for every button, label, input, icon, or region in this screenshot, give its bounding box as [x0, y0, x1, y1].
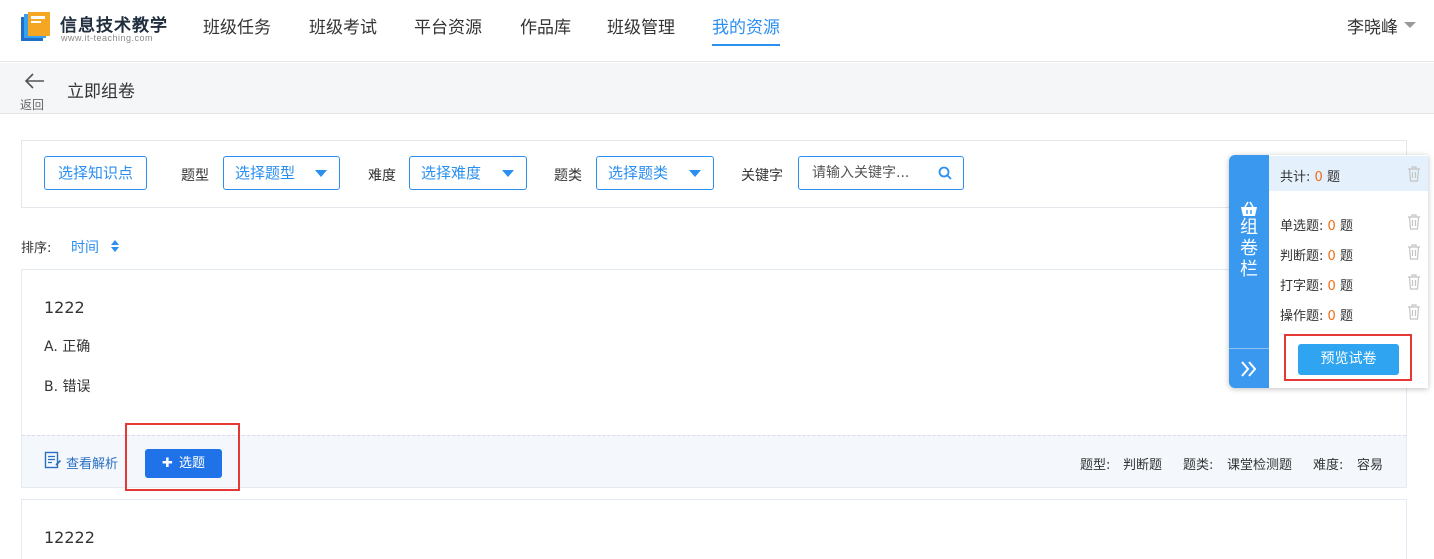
meta-category-label: 题类:: [1183, 458, 1214, 473]
caret-down-icon[interactable]: [1404, 22, 1416, 28]
keyword-input[interactable]: [799, 157, 933, 189]
basket-total: 共计: 0 题: [1280, 170, 1340, 185]
basket-tab[interactable]: 组卷栏: [1229, 155, 1269, 388]
sort-label: 排序:: [21, 241, 52, 256]
collapse-button[interactable]: [1229, 348, 1269, 388]
question-option: B. 错误: [44, 379, 91, 395]
caret-down-icon: [689, 170, 701, 177]
nav-class-exams[interactable]: 班级考试: [309, 13, 377, 44]
trash-icon[interactable]: [1407, 244, 1421, 260]
document-edit-icon[interactable]: [44, 451, 62, 469]
nav-platform-resources[interactable]: 平台资源: [414, 13, 482, 44]
caret-down-icon: [502, 170, 514, 177]
basket-tab-title: 组卷栏: [1240, 217, 1258, 280]
basket-row-typing: 打字题: 0 题: [1280, 279, 1353, 294]
trash-icon[interactable]: [1407, 214, 1421, 230]
category-select-value: 选择题类: [608, 164, 669, 182]
nav-class-tasks[interactable]: 班级任务: [203, 13, 271, 44]
type-select-value: 选择题型: [235, 164, 296, 182]
basket-row-true-false: 判断题: 0 题: [1280, 249, 1353, 264]
total-count: 0: [1314, 170, 1323, 185]
trash-icon[interactable]: [1407, 166, 1421, 182]
back-button[interactable]: 返回: [20, 70, 50, 112]
type-label: 题型: [181, 168, 209, 184]
filter-panel: 选择知识点 题型 选择题型 难度 选择难度 题类 选择题类 关键字: [21, 140, 1407, 208]
back-label: 返回: [20, 98, 45, 112]
question-title: 12222: [44, 528, 95, 547]
user-menu[interactable]: 李晓峰: [1347, 13, 1398, 38]
keyword-search: [798, 156, 964, 190]
nav-works-library[interactable]: 作品库: [520, 13, 571, 44]
search-icon[interactable]: [938, 166, 952, 180]
highlight-box: [125, 423, 240, 491]
meta-type-label: 题型:: [1080, 458, 1111, 473]
select-knowledge-button[interactable]: 选择知识点: [44, 156, 148, 190]
category-label: 题类: [554, 168, 582, 184]
nav-class-management[interactable]: 班级管理: [607, 13, 675, 44]
nav-my-resources[interactable]: 我的资源: [712, 13, 780, 46]
question-card: 12222: [21, 499, 1407, 559]
basket-icon: [1241, 201, 1257, 216]
double-chevron-right-icon: [1241, 361, 1257, 377]
sort-arrows-icon[interactable]: [110, 238, 120, 254]
trash-icon[interactable]: [1407, 304, 1421, 320]
basket-row-single-choice: 单选题: 0 题: [1280, 219, 1353, 234]
question-title: 1222: [44, 298, 85, 317]
highlight-box: [1284, 334, 1412, 381]
basket-total-row: 共计: 0 题: [1269, 156, 1428, 191]
trash-icon[interactable]: [1407, 274, 1421, 290]
difficulty-select[interactable]: 选择难度: [409, 156, 527, 190]
meta-difficulty-value: 容易: [1357, 458, 1384, 473]
difficulty-select-value: 选择难度: [421, 164, 482, 182]
logo[interactable]: 信息技术教学 www.it-teaching.com: [20, 9, 180, 49]
caret-down-icon: [315, 170, 327, 177]
meta-difficulty-label: 难度:: [1313, 458, 1344, 473]
keyword-label: 关键字: [741, 168, 783, 184]
type-select[interactable]: 选择题型: [223, 156, 340, 190]
logo-url: www.it-teaching.com: [61, 33, 154, 43]
page-header: 返回 立即组卷: [0, 63, 1434, 114]
view-analysis-link[interactable]: 查看解析: [66, 453, 118, 472]
meta-type-value: 判断题: [1123, 458, 1163, 473]
question-option: A. 正确: [44, 339, 91, 355]
difficulty-label: 难度: [368, 168, 396, 184]
category-select[interactable]: 选择题类: [596, 156, 714, 190]
arrow-left-icon: [24, 73, 44, 89]
sort-time-option[interactable]: 时间: [71, 237, 99, 257]
page-title: 立即组卷: [67, 82, 135, 102]
top-navbar: 信息技术教学 www.it-teaching.com 班级任务 班级考试 平台资…: [0, 0, 1434, 62]
basket-row-operation: 操作题: 0 题: [1280, 309, 1353, 324]
meta-category-value: 课堂检测题: [1227, 458, 1293, 473]
book-logo-icon: [21, 12, 50, 41]
